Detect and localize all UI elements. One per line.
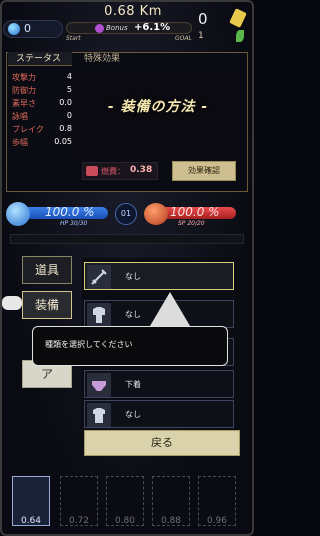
category-items-button[interactable]: 道具 — [22, 256, 72, 284]
underwear-icon — [87, 373, 111, 397]
stat-row: 素早さ 0.0 — [12, 98, 72, 111]
start-label: Start — [66, 35, 81, 42]
stat-value: 0.0 — [59, 98, 72, 107]
stat-value: 4 — [66, 72, 72, 81]
equipment-slot-shirt[interactable]: なし — [84, 400, 234, 428]
hotbar-slot-value: 0.72 — [68, 516, 90, 526]
equipment-slot-weapon[interactable]: なし — [84, 262, 234, 290]
gem-counter: 0 — [3, 20, 63, 38]
stats-list: 攻撃力 4 防御力 5 素早さ 0.0 詠唱 0 ブレイク 0.8 歩幅 0.05 — [12, 72, 72, 150]
tab-special-effects[interactable]: 特殊効果 — [76, 52, 146, 66]
stat-label: 防御力 — [12, 86, 36, 95]
armor-icon — [87, 303, 111, 327]
hp-percent: 100.0 % — [45, 205, 95, 219]
back-button[interactable]: 戻る — [84, 430, 240, 456]
stat-label: 詠唱 — [12, 112, 28, 121]
heart-icon — [6, 202, 30, 226]
category-equipment-button[interactable]: 装備 — [22, 291, 72, 319]
level-badge: 01 — [115, 203, 137, 225]
meat-icon — [144, 203, 168, 225]
stat-row: 防御力 5 — [12, 85, 72, 98]
leaf-icon — [236, 30, 244, 42]
stat-value: 5 — [66, 85, 72, 94]
tab-status[interactable]: ステータス — [8, 52, 72, 66]
guide-title: - 装備の方法 - — [107, 99, 209, 115]
hp-text: HP 30/30 — [60, 220, 88, 227]
hotbar-slot-value: 0.64 — [20, 516, 42, 526]
leaf-value: 1 — [198, 31, 204, 41]
stat-row: 歩幅 0.05 — [12, 137, 72, 150]
equipment-name: なし — [125, 410, 141, 419]
coin-value: 0 — [198, 10, 208, 28]
bonus-icon — [95, 24, 104, 33]
check-effect-button[interactable]: 効果確認 — [172, 161, 236, 181]
hotbar-slot-value: 0.88 — [160, 516, 182, 526]
equipment-slot-underwear[interactable]: 下着 — [84, 370, 234, 398]
distance-display: 0.68 Km — [104, 4, 162, 19]
experience-strip — [10, 234, 244, 244]
equipment-name: なし — [125, 310, 141, 319]
tutorial-tooltip[interactable]: 種類を選択してください — [32, 326, 228, 366]
stat-row: ブレイク 0.8 — [12, 124, 72, 137]
sword-icon — [87, 265, 111, 289]
stat-value: 0.8 — [59, 124, 72, 133]
hotbar-slot-value: 0.96 — [206, 516, 228, 526]
equipment-name: なし — [125, 272, 141, 281]
fuel-cost-label: 燃費： — [101, 167, 125, 176]
stat-label: 攻撃力 — [12, 73, 36, 82]
stat-label: 歩幅 — [12, 138, 28, 147]
pointer-hand-icon — [2, 296, 22, 310]
bonus-value: +6.1% — [134, 22, 171, 33]
description-panel — [75, 72, 240, 160]
fuel-cost-value: 0.38 — [130, 165, 153, 175]
sp-percent: 100.0 % — [170, 205, 220, 219]
hotbar-slot-value: 0.80 — [114, 516, 136, 526]
sp-text: SP 20/20 — [178, 220, 205, 227]
gem-icon — [8, 23, 20, 35]
stat-row: 詠唱 0 — [12, 111, 72, 124]
stat-label: ブレイク — [12, 125, 44, 134]
distance-progress-bar — [66, 22, 192, 34]
tooltip-pointer — [150, 292, 190, 326]
shirt-icon — [87, 403, 111, 427]
stat-row: 攻撃力 4 — [12, 72, 72, 85]
stat-value: 0 — [66, 111, 72, 120]
equipment-name: 下着 — [125, 380, 141, 389]
bonus-label: Bonus — [106, 24, 128, 32]
gem-value: 0 — [24, 22, 31, 35]
stat-label: 素早さ — [12, 99, 36, 108]
goal-label: GOAL — [175, 35, 192, 42]
stat-value: 0.05 — [54, 137, 72, 146]
fuel-icon — [86, 166, 98, 176]
